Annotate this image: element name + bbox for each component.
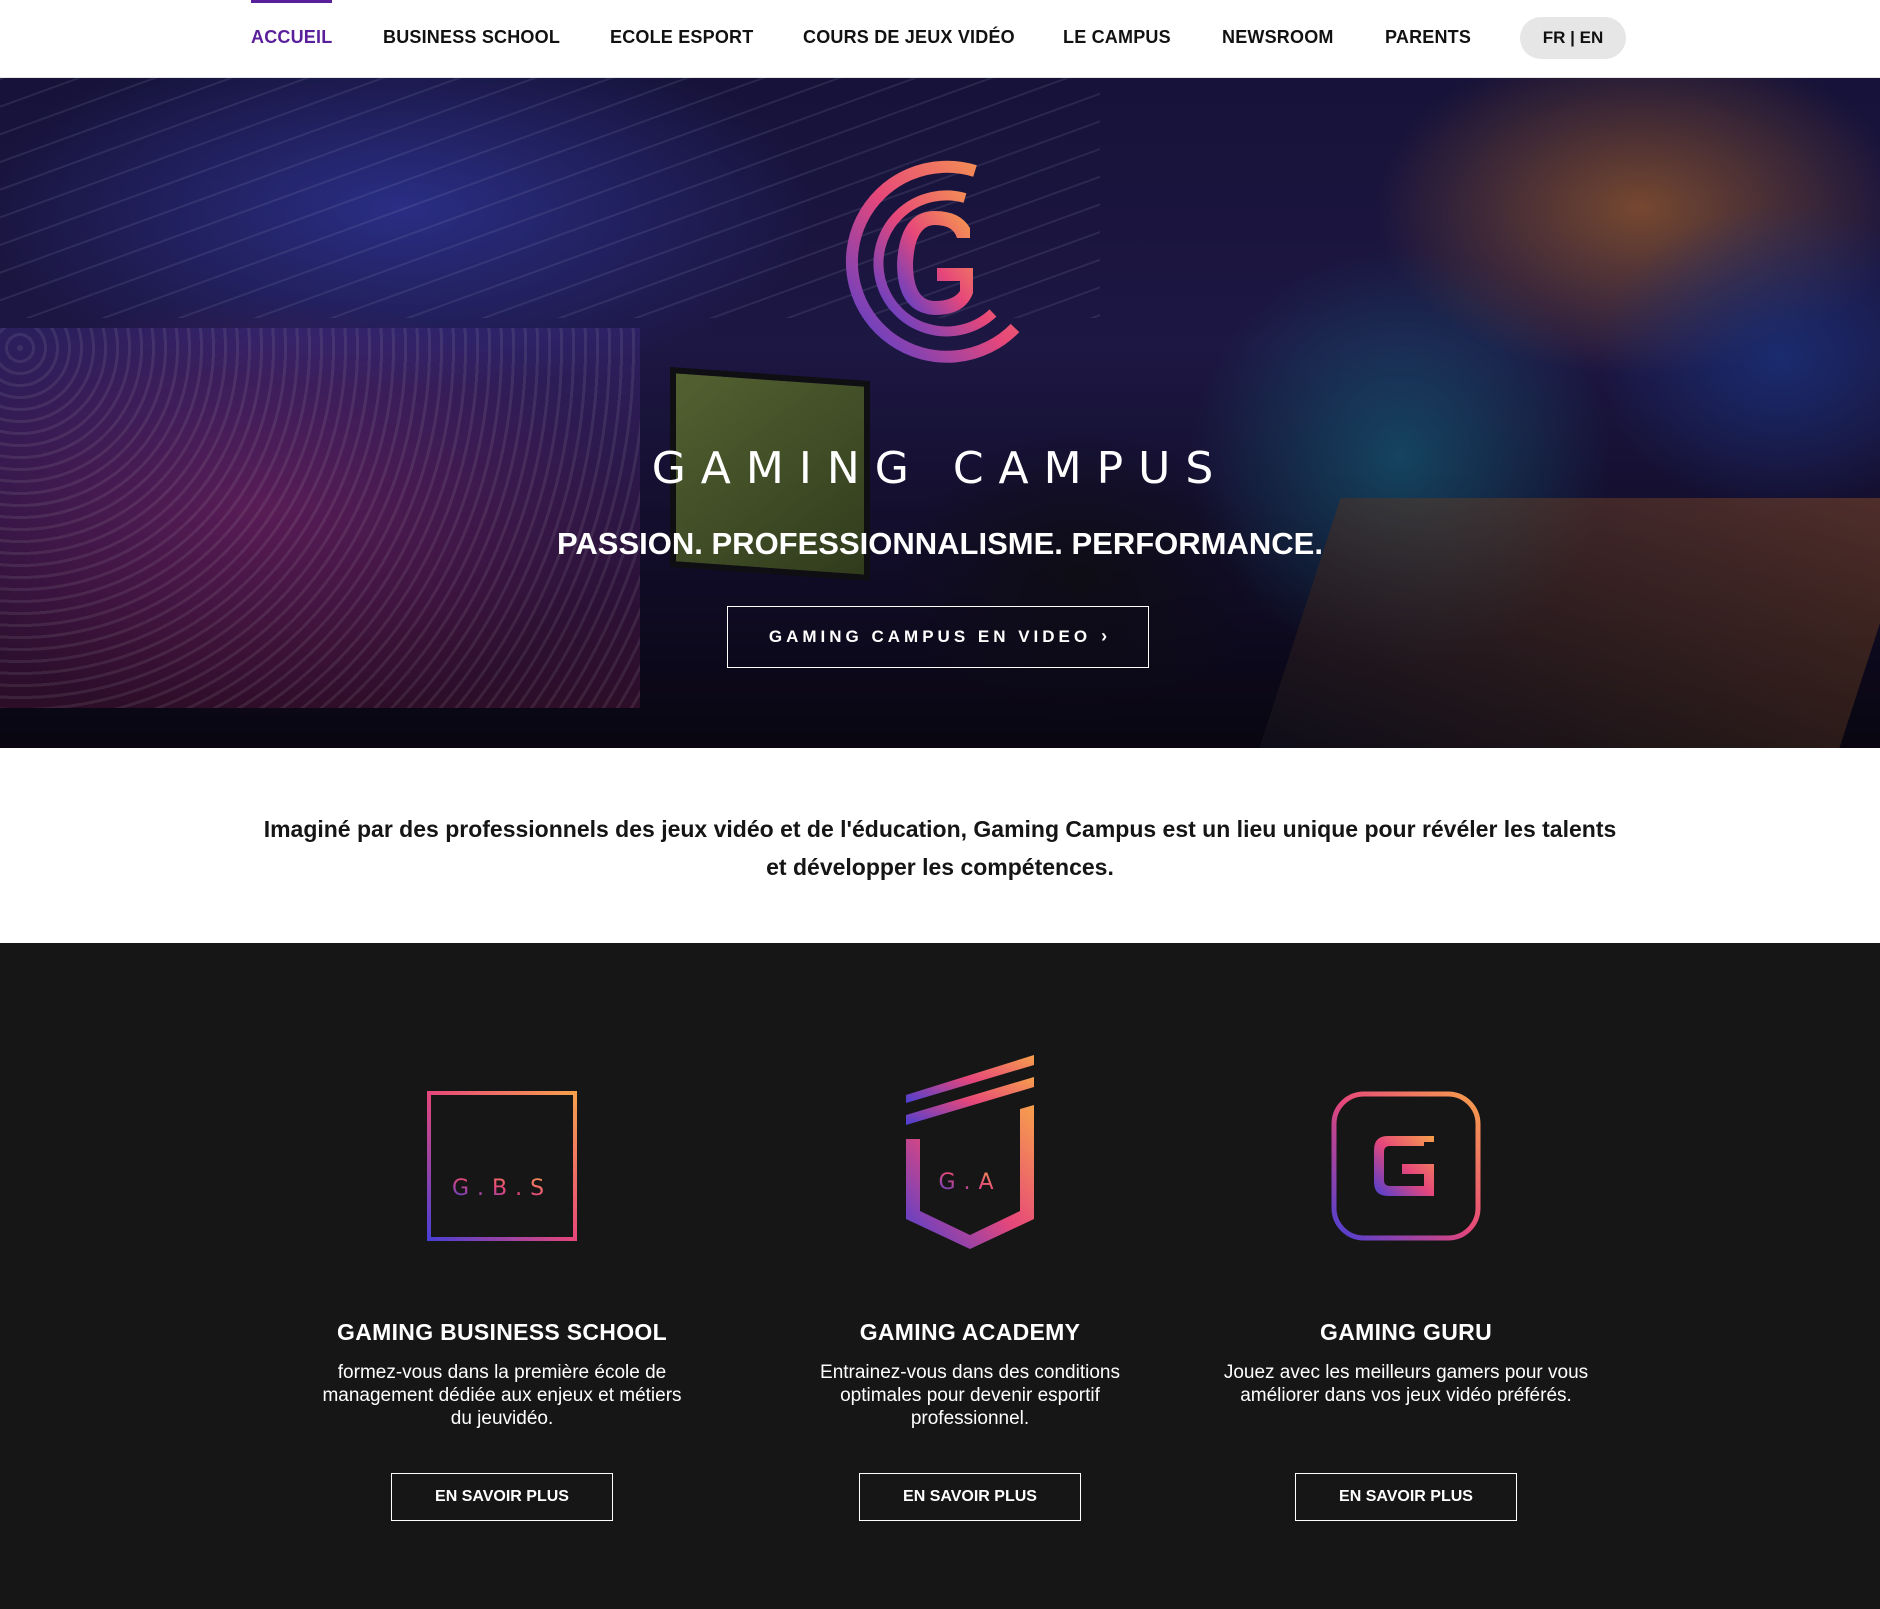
video-button-label: GAMING CAMPUS EN VIDEO: [768, 627, 1092, 646]
program-card-business-school: G.B.S GAMING BUSINESS SCHOOL formez-vous…: [292, 943, 712, 1609]
nav-item-le-campus[interactable]: LE CAMPUS: [1063, 0, 1171, 78]
nav-item-business-school[interactable]: BUSINESS SCHOOL: [383, 0, 560, 78]
learn-more-button[interactable]: EN SAVOIR PLUS: [391, 1473, 613, 1521]
language-switcher[interactable]: FR | EN: [1520, 17, 1626, 59]
nav-item-cours-de-jeux-video[interactable]: COURS DE JEUX VIDÉO: [803, 0, 1015, 78]
top-navigation: ACCUEIL BUSINESS SCHOOL ECOLE ESPORT COU…: [0, 0, 1880, 78]
nav-item-ecole-esport[interactable]: ECOLE ESPORT: [610, 0, 753, 78]
nav-item-newsroom[interactable]: NEWSROOM: [1222, 0, 1334, 78]
programs-section: G.B.S GAMING BUSINESS SCHOOL formez-vous…: [0, 943, 1880, 1609]
gbs-logo-text: G.B.S: [452, 1176, 552, 1201]
hero-banner: GAMING CAMPUS PASSION. PROFESSIONNALISME…: [0, 78, 1880, 748]
program-card-guru: GAMING GURU Jouez avec les meilleurs gam…: [1196, 943, 1616, 1609]
learn-more-button[interactable]: EN SAVOIR PLUS: [1295, 1473, 1517, 1521]
hero-tagline: PASSION. PROFESSIONNALISME. PERFORMANCE.: [557, 526, 1323, 561]
program-title: GAMING BUSINESS SCHOOL: [337, 1319, 667, 1345]
brand-name: GAMING CAMPUS: [651, 443, 1229, 494]
nav-item-accueil[interactable]: ACCUEIL: [251, 0, 333, 78]
video-button[interactable]: GAMING CAMPUS EN VIDEO ›: [727, 606, 1149, 668]
ga-logo-icon: G.A: [760, 1055, 1180, 1283]
program-description: Jouez avec les meilleurs gamers pour vou…: [1223, 1362, 1589, 1406]
program-title: GAMING GURU: [1320, 1319, 1492, 1345]
intro-text: Imaginé par des professionnels des jeux …: [263, 816, 1617, 880]
intro-section: Imaginé par des professionnels des jeux …: [0, 748, 1880, 943]
learn-more-button[interactable]: EN SAVOIR PLUS: [859, 1473, 1081, 1521]
program-title: GAMING ACADEMY: [859, 1319, 1081, 1345]
gaming-guru-logo-icon: [1196, 1063, 1616, 1283]
gaming-campus-logo-icon: [825, 153, 1035, 383]
chevron-right-icon: ›: [1101, 626, 1108, 646]
program-description: formez-vous dans la première école de ma…: [322, 1362, 682, 1429]
ga-logo-text: G.A: [938, 1170, 1001, 1195]
program-card-academy: G.A GAMING ACADEMY Entrainez-vous dans d…: [760, 943, 1180, 1609]
gbs-logo-icon: G.B.S: [292, 1063, 712, 1283]
nav-item-parents[interactable]: PARENTS: [1385, 0, 1471, 78]
program-description: Entrainez-vous dans des conditions optim…: [820, 1362, 1120, 1429]
